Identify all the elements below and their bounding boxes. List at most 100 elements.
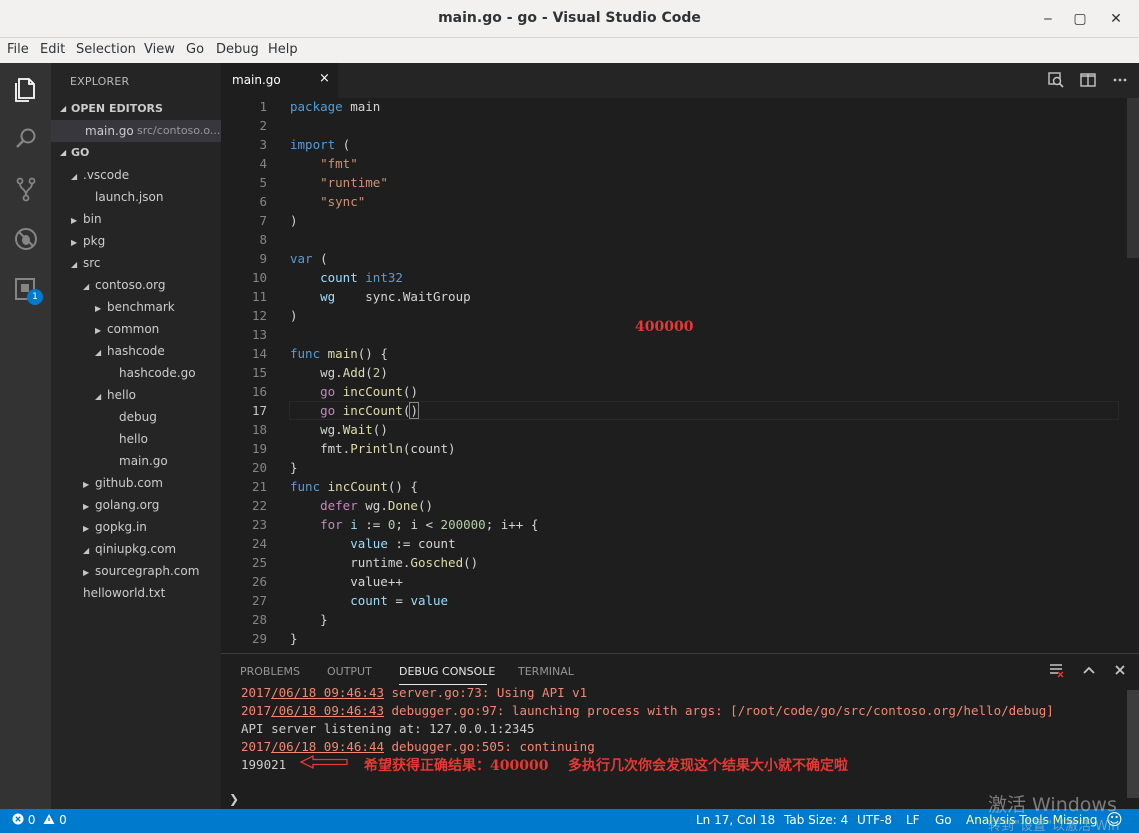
tree-item[interactable]: ▶ gopkg.in	[83, 516, 147, 538]
line-number: 20	[251, 460, 267, 475]
tree-item-label: sourcegraph.com	[95, 564, 200, 578]
menu-help[interactable]: Help	[268, 42, 298, 57]
code-line-23: for i := 0; i < 200000; i++ {	[320, 517, 539, 532]
close-panel-icon[interactable]	[1112, 662, 1128, 682]
line-number: 5	[259, 175, 267, 190]
encoding[interactable]: UTF-8	[857, 813, 892, 827]
search-icon[interactable]	[10, 123, 42, 155]
tree-item-label: debug	[119, 410, 157, 424]
maximize-panel-icon[interactable]	[1081, 662, 1097, 682]
line-number: 22	[251, 498, 267, 513]
console-prompt-icon[interactable]: ❯	[229, 792, 239, 806]
editor-scrollbar[interactable]	[1127, 98, 1139, 258]
tree-item[interactable]: ▶ sourcegraph.com	[83, 560, 199, 582]
code-line-26: value++	[290, 574, 403, 589]
line-number: 9	[259, 251, 267, 266]
tree-item[interactable]: helloworld.txt	[71, 582, 165, 604]
problems-status[interactable]: 0 0	[12, 813, 67, 827]
close-tab-icon[interactable]: ×	[319, 71, 330, 86]
more-actions-icon[interactable]	[1110, 70, 1130, 90]
line-number: 28	[251, 612, 267, 627]
line-number: 14	[251, 346, 267, 361]
workspace-header[interactable]: ◢ GO	[51, 142, 221, 164]
tree-item[interactable]: main.go	[107, 450, 168, 472]
tree-item[interactable]: ◢ .vscode	[71, 164, 129, 186]
tab-debug-console[interactable]: DEBUG CONSOLE	[399, 665, 495, 678]
tree-item[interactable]: hashcode.go	[107, 362, 196, 384]
tree-item[interactable]: ▶ common	[95, 318, 159, 340]
open-editor-path: src/contoso.o...	[137, 124, 221, 137]
menu-file[interactable]: File	[7, 42, 29, 57]
line-number: 3	[259, 137, 267, 152]
tab-output[interactable]: OUTPUT	[327, 665, 372, 678]
tree-item[interactable]: ▶ bin	[71, 208, 102, 230]
window-title: main.go - go - Visual Studio Code	[438, 10, 701, 26]
tree-item[interactable]: ◢ src	[71, 252, 101, 274]
code-editor[interactable]: 1 2 3 4 5 6 7 8 9 10 11 12 13 14 15 16 17 18 19 20 21 22 23 24 2…	[221, 98, 1139, 653]
code-line-18: wg.Wait()	[290, 422, 388, 437]
tree-item-label: contoso.org	[95, 278, 166, 292]
menu-bar: File Edit Selection View Go Debug Help	[0, 38, 1139, 63]
line-number: 27	[251, 593, 267, 608]
tree-item-label: qiniupkg.com	[95, 542, 177, 556]
tab-main-go[interactable]: main.go ×	[221, 63, 338, 98]
tree-item[interactable]: ▶ benchmark	[95, 296, 175, 318]
open-editor-item[interactable]: main.go src/contoso.o...	[51, 120, 221, 142]
result-explanation-annotation: 希望获得正确结果：400000 多执行几次你会发现这个结果大小就不确定啦	[364, 758, 848, 774]
line-number: 10	[251, 270, 267, 285]
language-mode[interactable]: Go	[935, 813, 952, 827]
tab-terminal[interactable]: TERMINAL	[518, 665, 574, 678]
tree-item[interactable]: ▶ golang.org	[83, 494, 159, 516]
tree-item-label: .vscode	[83, 168, 130, 182]
menu-go[interactable]: Go	[186, 42, 204, 57]
tree-item[interactable]: debug	[107, 406, 157, 428]
menu-debug[interactable]: Debug	[216, 42, 259, 57]
debug-icon[interactable]	[10, 223, 42, 255]
line-number: 29	[251, 631, 267, 646]
tab-problems[interactable]: PROBLEMS	[240, 665, 300, 678]
split-editor-icon[interactable]	[1078, 70, 1098, 90]
line-number: 23	[251, 517, 267, 532]
tree-item[interactable]: ◢ qiniupkg.com	[83, 538, 176, 560]
explorer-icon[interactable]	[10, 73, 42, 105]
line-number: 1	[259, 99, 267, 114]
code-line-29: }	[290, 631, 298, 646]
code-line-10: count int32	[320, 270, 403, 285]
tree-item[interactable]: ◢ hello	[95, 384, 136, 406]
tree-item[interactable]: launch.json	[83, 186, 163, 208]
tree-item[interactable]: hello	[107, 428, 148, 450]
red-arrow-annotation	[299, 754, 348, 770]
tree-item-label: common	[107, 322, 160, 336]
title-bar: main.go - go - Visual Studio Code ‒ ▢ ✕	[0, 0, 1139, 38]
clear-console-icon[interactable]	[1048, 662, 1064, 682]
close-window-button[interactable]: ✕	[1103, 6, 1129, 32]
cursor-position[interactable]: Ln 17, Col 18	[696, 813, 775, 827]
open-editors-header[interactable]: ◢ OPEN EDITORS	[51, 98, 221, 120]
code-line-7: )	[290, 213, 298, 228]
code-line-27: count = value	[350, 593, 449, 608]
error-count: 0	[27, 813, 36, 827]
tree-item-label: hello	[119, 432, 148, 446]
line-number: 13	[251, 327, 267, 342]
maximize-button[interactable]: ▢	[1067, 6, 1093, 32]
menu-edit[interactable]: Edit	[40, 42, 65, 57]
tab-size[interactable]: Tab Size: 4	[784, 813, 848, 827]
line-ending[interactable]: LF	[906, 813, 920, 827]
tree-item[interactable]: ▶ pkg	[71, 230, 105, 252]
line-number: 8	[259, 232, 267, 247]
error-icon	[12, 813, 24, 825]
code-line-24: value := count	[350, 536, 456, 551]
tree-item-label: gopkg.in	[95, 520, 147, 534]
tree-item[interactable]: ◢ hashcode	[95, 340, 165, 362]
console-line: API server listening at: 127.0.0.1:2345	[241, 721, 535, 736]
open-changes-icon[interactable]	[1046, 70, 1066, 90]
tree-item[interactable]: ◢ contoso.org	[83, 274, 165, 296]
tree-item[interactable]: ▶ github.com	[83, 472, 163, 494]
open-editor-name: main.go	[85, 124, 134, 138]
minimize-button[interactable]: ‒	[1035, 6, 1061, 32]
source-control-icon[interactable]	[10, 173, 42, 205]
menu-view[interactable]: View	[144, 42, 175, 57]
console-scrollbar[interactable]	[1127, 690, 1139, 798]
menu-selection[interactable]: Selection	[76, 42, 136, 57]
expected-result-annotation: 400000	[635, 319, 694, 335]
